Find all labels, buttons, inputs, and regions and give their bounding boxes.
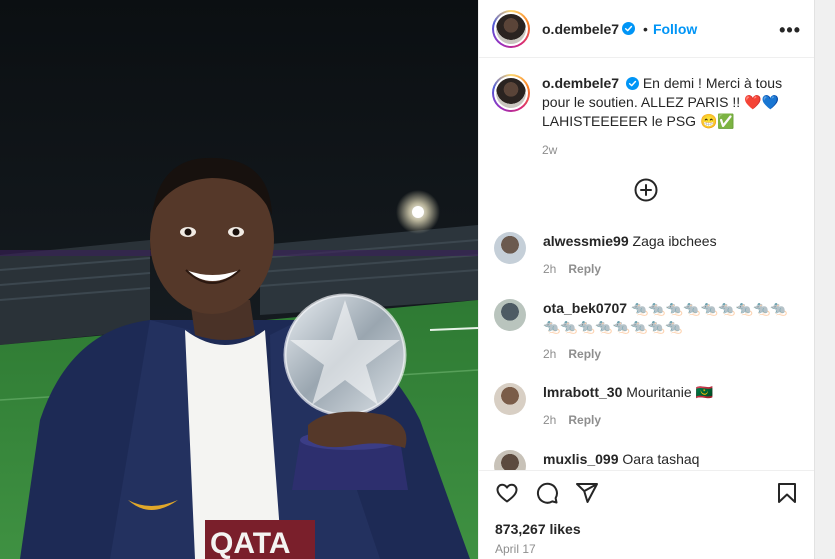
comment-time: 2h <box>543 413 557 427</box>
likes-count[interactable]: 873,267 likes <box>495 521 581 537</box>
verified-badge-icon <box>622 22 636 35</box>
comment-text-continued: 🐀🐀🐀🐀🐀🐀🐀🐀 <box>543 318 683 334</box>
author-username[interactable]: o.dembele7 <box>542 21 619 37</box>
comment-text: 🐀🐀🐀🐀🐀🐀🐀🐀🐀 <box>630 300 788 316</box>
instagram-post-modal: QATA o.dembele7 • Follow ••• o.dembele7 … <box>0 0 835 559</box>
more-options-icon[interactable]: ••• <box>779 20 801 41</box>
comment-text: Zaga ibchees <box>632 233 717 249</box>
caption-username[interactable]: o.dembele7 <box>542 75 619 91</box>
load-more-comments-icon[interactable] <box>634 178 658 202</box>
post-sidebar: o.dembele7 • Follow ••• o.dembele7 En de… <box>478 0 815 559</box>
share-icon[interactable] <box>575 481 599 505</box>
caption-avatar[interactable] <box>492 74 530 112</box>
comment-item: lmrabott_30 Mouritanie 🇲🇷 2h Reply <box>494 383 800 427</box>
scrollbar[interactable] <box>814 0 835 559</box>
reply-button[interactable]: Reply <box>568 413 601 427</box>
bookmark-icon[interactable] <box>775 481 799 505</box>
comment-username[interactable]: alwessmie99 <box>543 233 629 249</box>
comment-time: 2h <box>543 347 557 361</box>
post-date[interactable]: April 17 <box>495 542 536 556</box>
comment-username[interactable]: lmrabott_30 <box>543 384 622 400</box>
reply-button[interactable]: Reply <box>568 347 601 361</box>
post-photo[interactable]: QATA <box>0 0 478 559</box>
caption-text-line2: pour le soutien. ALLEZ PARIS !! ❤️💙 <box>542 94 779 110</box>
comment-username[interactable]: ota_bek0707 <box>543 300 627 316</box>
comment-avatar[interactable] <box>494 232 526 264</box>
caption-text-line3: LAHISTEEEEER le PSG 😁✅ <box>542 113 735 129</box>
comment-text: Mouritanie 🇲🇷 <box>626 384 713 400</box>
comment-text: Oara tashaq <box>622 451 700 467</box>
reply-button[interactable]: Reply <box>568 262 601 276</box>
caption-text-line1: En demi ! Merci à tous <box>642 75 783 91</box>
author-avatar[interactable] <box>492 9 530 48</box>
shirt-sponsor-text: QATA <box>210 527 291 559</box>
comment-username[interactable]: muxlis_099 <box>543 451 619 467</box>
post-caption: o.dembele7 En demi ! Merci à tous pour l… <box>492 74 802 160</box>
heart-icon[interactable] <box>495 481 519 505</box>
comment-icon[interactable] <box>535 481 559 505</box>
comment-avatar[interactable] <box>494 383 526 415</box>
photo-illustration: QATA <box>0 0 478 559</box>
post-actions: 873,267 likes April 17 <box>479 470 815 559</box>
verified-badge-icon <box>625 77 639 90</box>
comment-item: alwessmie99 Zaga ibchees 2h Reply <box>494 232 800 276</box>
post-header: o.dembele7 • Follow ••• <box>479 0 815 58</box>
comment-item: ota_bek0707 🐀🐀🐀🐀🐀🐀🐀🐀🐀 🐀🐀🐀🐀🐀🐀🐀🐀 2h Reply <box>494 299 800 361</box>
header-separator: • <box>643 20 648 37</box>
comment-time: 2h <box>543 262 557 276</box>
caption-timestamp[interactable]: 2w <box>542 141 782 160</box>
follow-button[interactable]: Follow <box>653 21 697 37</box>
comment-avatar[interactable] <box>494 299 526 331</box>
caption-body: o.dembele7 En demi ! Merci à tous pour l… <box>542 74 782 160</box>
